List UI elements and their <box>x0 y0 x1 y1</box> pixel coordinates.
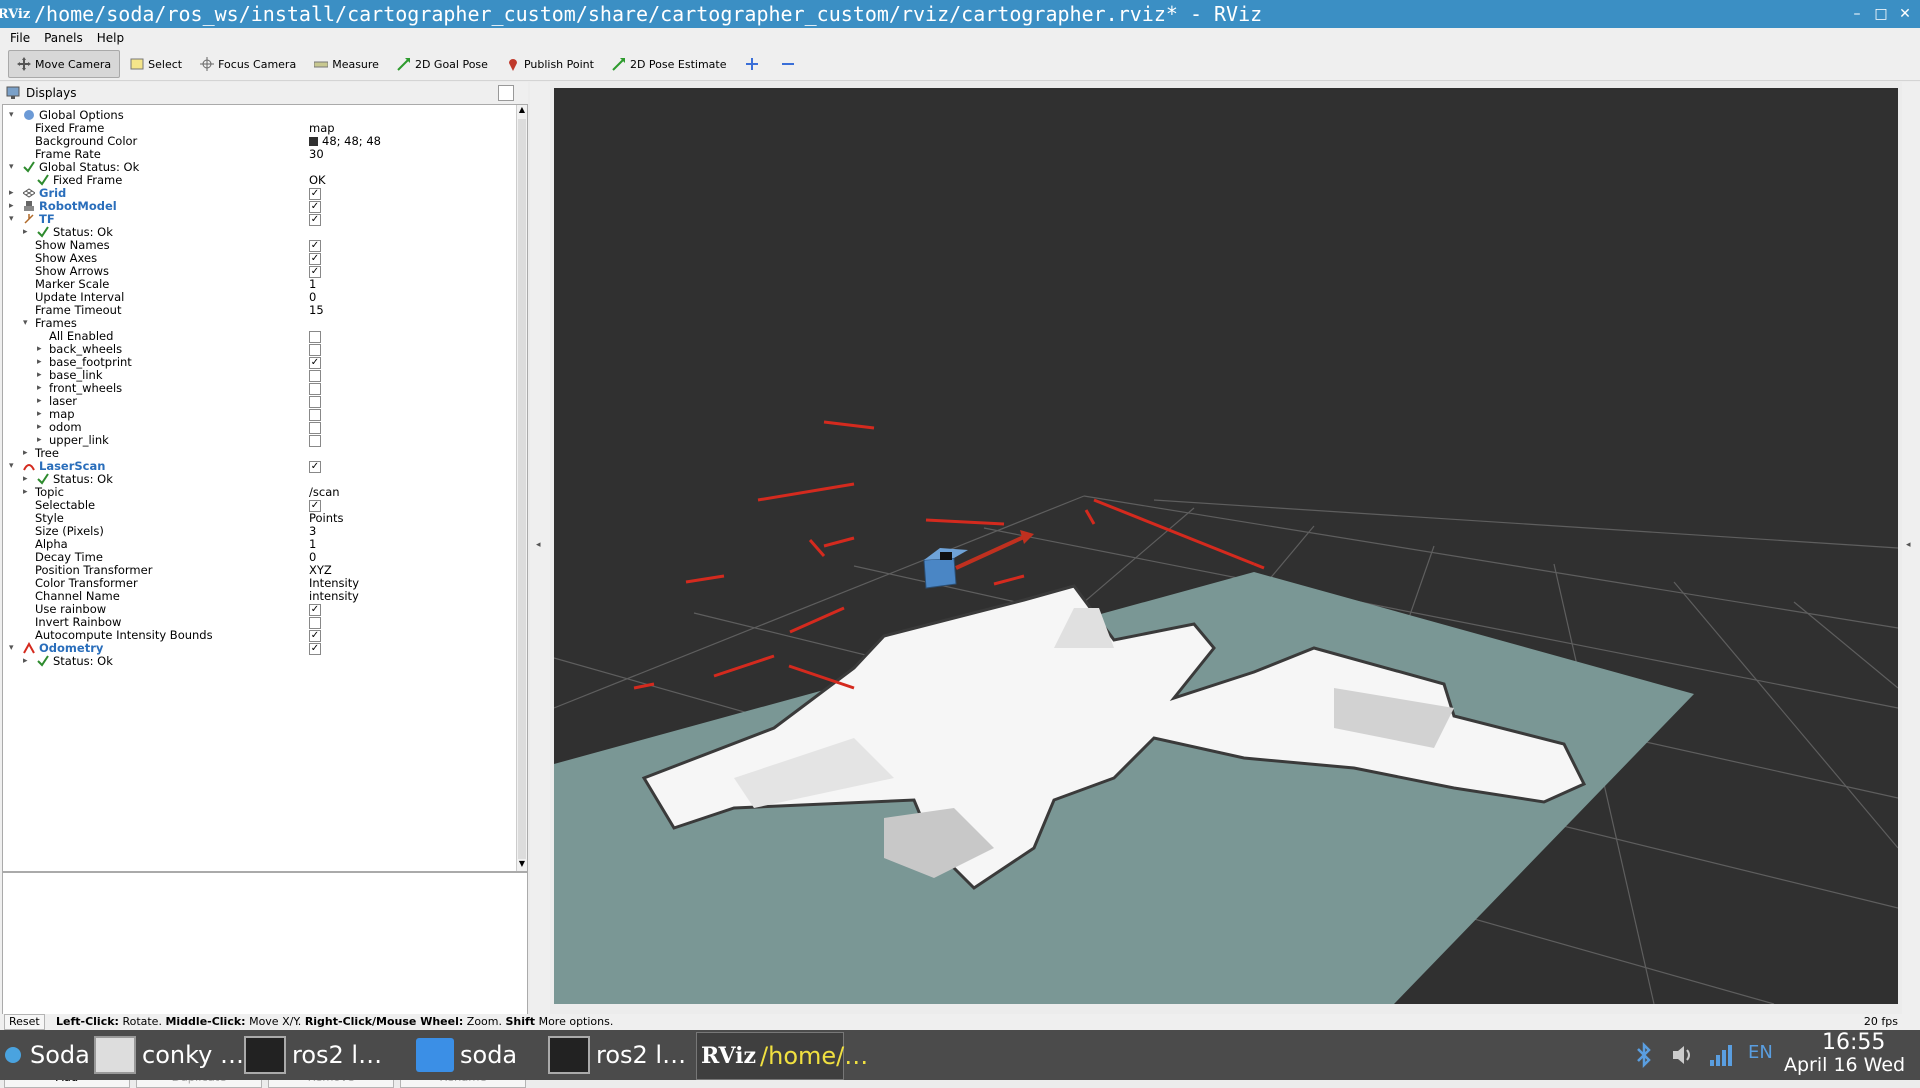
title-bar: RViz /home/soda/ros_ws/install/cartograp… <box>0 0 1920 28</box>
help-middle-click-key: Middle-Click: <box>165 1015 246 1028</box>
volume-icon[interactable] <box>1670 1042 1696 1068</box>
task-label-conky: conky … <box>142 1041 244 1069</box>
terminal-icon <box>244 1036 286 1074</box>
measure-label: Measure <box>332 57 379 71</box>
collapse-right-icon[interactable]: ◂ <box>1906 540 1911 550</box>
status-bar: Reset Left-Click: Rotate. Middle-Click: … <box>0 1014 1920 1030</box>
add-tool-button[interactable] <box>737 51 771 77</box>
rviz-task-icon: RViz <box>701 1043 757 1069</box>
move-camera-tool[interactable]: Move Camera <box>8 50 121 78</box>
move-camera-label: Move Camera <box>35 57 112 71</box>
panel-splitter[interactable]: ◂ <box>530 82 550 1030</box>
folder-icon <box>416 1038 454 1072</box>
map-pin-icon <box>508 59 517 71</box>
displays-panel: Displays ▾ Global Options Fixed Frame map Ba… <box>0 82 528 1088</box>
task-label-rviz: /home/… <box>760 1042 869 1070</box>
select-tool[interactable]: Select <box>122 51 190 77</box>
scrollbar-thumb[interactable] <box>518 119 526 859</box>
fps-counter: 20 fps <box>1863 1015 1898 1028</box>
pose-estimate-label: 2D Pose Estimate <box>629 57 727 71</box>
reset-button[interactable]: Reset <box>4 1014 45 1030</box>
select-icon <box>130 58 144 70</box>
task-soda-folder[interactable]: soda <box>416 1032 517 1078</box>
right-dock-strip: ◂ <box>1902 82 1920 1030</box>
taskbar: Soda conky … ros2 l… soda ros2 l… RViz /… <box>0 1030 1920 1080</box>
focus-camera-icon <box>200 57 215 71</box>
select-label: Select <box>148 57 183 71</box>
displays-scrollbar[interactable]: ▲ ▼ <box>516 105 527 871</box>
mouse-help-text: Left-Click: Rotate. Middle-Click: Move X… <box>56 1014 613 1030</box>
task-label-folder: soda <box>460 1041 518 1069</box>
publish-point-tool[interactable]: Publish Point <box>498 51 602 77</box>
help-shift-key: Shift <box>505 1015 536 1028</box>
displays-tree[interactable]: ▾ Global Options Fixed Frame map Background … <box>2 104 528 872</box>
tool-bar: Move Camera Select Focus Camera Measure … <box>0 48 1920 81</box>
help-shift-text: More options. <box>538 1015 614 1028</box>
color-swatch <box>309 137 318 146</box>
scroll-up-arrow-icon[interactable]: ▲ <box>517 105 527 117</box>
task-label-soda: Soda <box>30 1041 90 1069</box>
display-row[interactable]: ▸ Status: Ok <box>3 653 517 669</box>
help-left-click-key: Left-Click: <box>56 1015 119 1028</box>
pose-estimate-tool[interactable]: 2D Pose Estimate <box>604 51 735 77</box>
help-right-click-text: Zoom. <box>466 1015 502 1028</box>
help-right-click-key: Right-Click/Mouse Wheel: <box>304 1015 464 1028</box>
measure-icon <box>314 61 329 68</box>
window-title: /home/soda/ros_ws/install/cartographer_c… <box>34 2 1263 26</box>
menu-help[interactable]: Help <box>97 31 124 45</box>
task-ros2-terminal-1[interactable]: ros2 l… <box>244 1032 382 1078</box>
menu-bar: File Panels Help <box>0 28 1920 48</box>
collapse-arrow-icon[interactable]: ▸ <box>23 653 33 669</box>
scroll-down-arrow-icon[interactable]: ▼ <box>517 859 527 871</box>
window-icon <box>94 1036 136 1074</box>
measure-tool[interactable]: Measure <box>306 51 387 77</box>
3d-viewport[interactable] <box>553 88 1899 1005</box>
rviz-app-icon: RViz <box>0 6 31 22</box>
pose-arrow-icon <box>612 58 625 71</box>
goal-pose-label: 2D Goal Pose <box>414 57 488 71</box>
focus-camera-label: Focus Camera <box>218 57 297 71</box>
task-soda-menu[interactable]: Soda <box>4 1032 90 1078</box>
keyboard-layout[interactable]: EN <box>1748 1042 1773 1063</box>
move-camera-icon <box>17 57 31 71</box>
goal-arrow-icon <box>397 58 410 71</box>
minimize-button[interactable]: – <box>1846 4 1868 24</box>
clock-date[interactable]: April 16 Wed <box>1784 1054 1905 1076</box>
displays-panel-header: Displays <box>0 82 528 104</box>
monitor-icon <box>6 86 20 99</box>
clock-time[interactable]: 16:55 <box>1822 1030 1885 1055</box>
display-row-label: Status: Ok <box>53 654 113 668</box>
task-ros2-terminal-2[interactable]: ros2 l… <box>548 1032 686 1078</box>
checkmark-icon <box>37 655 49 667</box>
close-button[interactable]: ✕ <box>1894 4 1916 24</box>
menu-file[interactable]: File <box>10 31 30 45</box>
focus-camera-tool[interactable]: Focus Camera <box>192 51 304 77</box>
collapse-left-icon[interactable]: ◂ <box>536 540 541 550</box>
menu-panels[interactable]: Panels <box>44 31 83 45</box>
help-left-click-text: Rotate. <box>122 1015 162 1028</box>
terminal-icon <box>548 1036 590 1074</box>
task-label-ros2-1: ros2 l… <box>292 1041 383 1069</box>
bluetooth-icon[interactable] <box>1634 1042 1654 1068</box>
task-conky[interactable]: conky … <box>94 1032 244 1078</box>
maximize-button[interactable]: □ <box>1870 4 1892 24</box>
robot-model <box>923 530 1034 589</box>
plus-icon <box>745 58 758 70</box>
displays-title: Displays <box>26 86 77 100</box>
remove-tool-button[interactable] <box>773 51 807 77</box>
soda-logo-icon <box>5 1047 21 1063</box>
task-label-ros2-2: ros2 l… <box>596 1041 687 1069</box>
minus-icon <box>781 63 794 65</box>
publish-point-label: Publish Point <box>523 57 594 71</box>
panel-float-button[interactable] <box>498 85 514 101</box>
network-signal-icon[interactable] <box>1708 1042 1734 1068</box>
goal-pose-tool[interactable]: 2D Goal Pose <box>389 51 496 77</box>
map-scene <box>553 420 1899 1005</box>
help-middle-click-text: Move X/Y. <box>249 1015 302 1028</box>
task-rviz[interactable]: RViz /home/… <box>696 1032 868 1080</box>
